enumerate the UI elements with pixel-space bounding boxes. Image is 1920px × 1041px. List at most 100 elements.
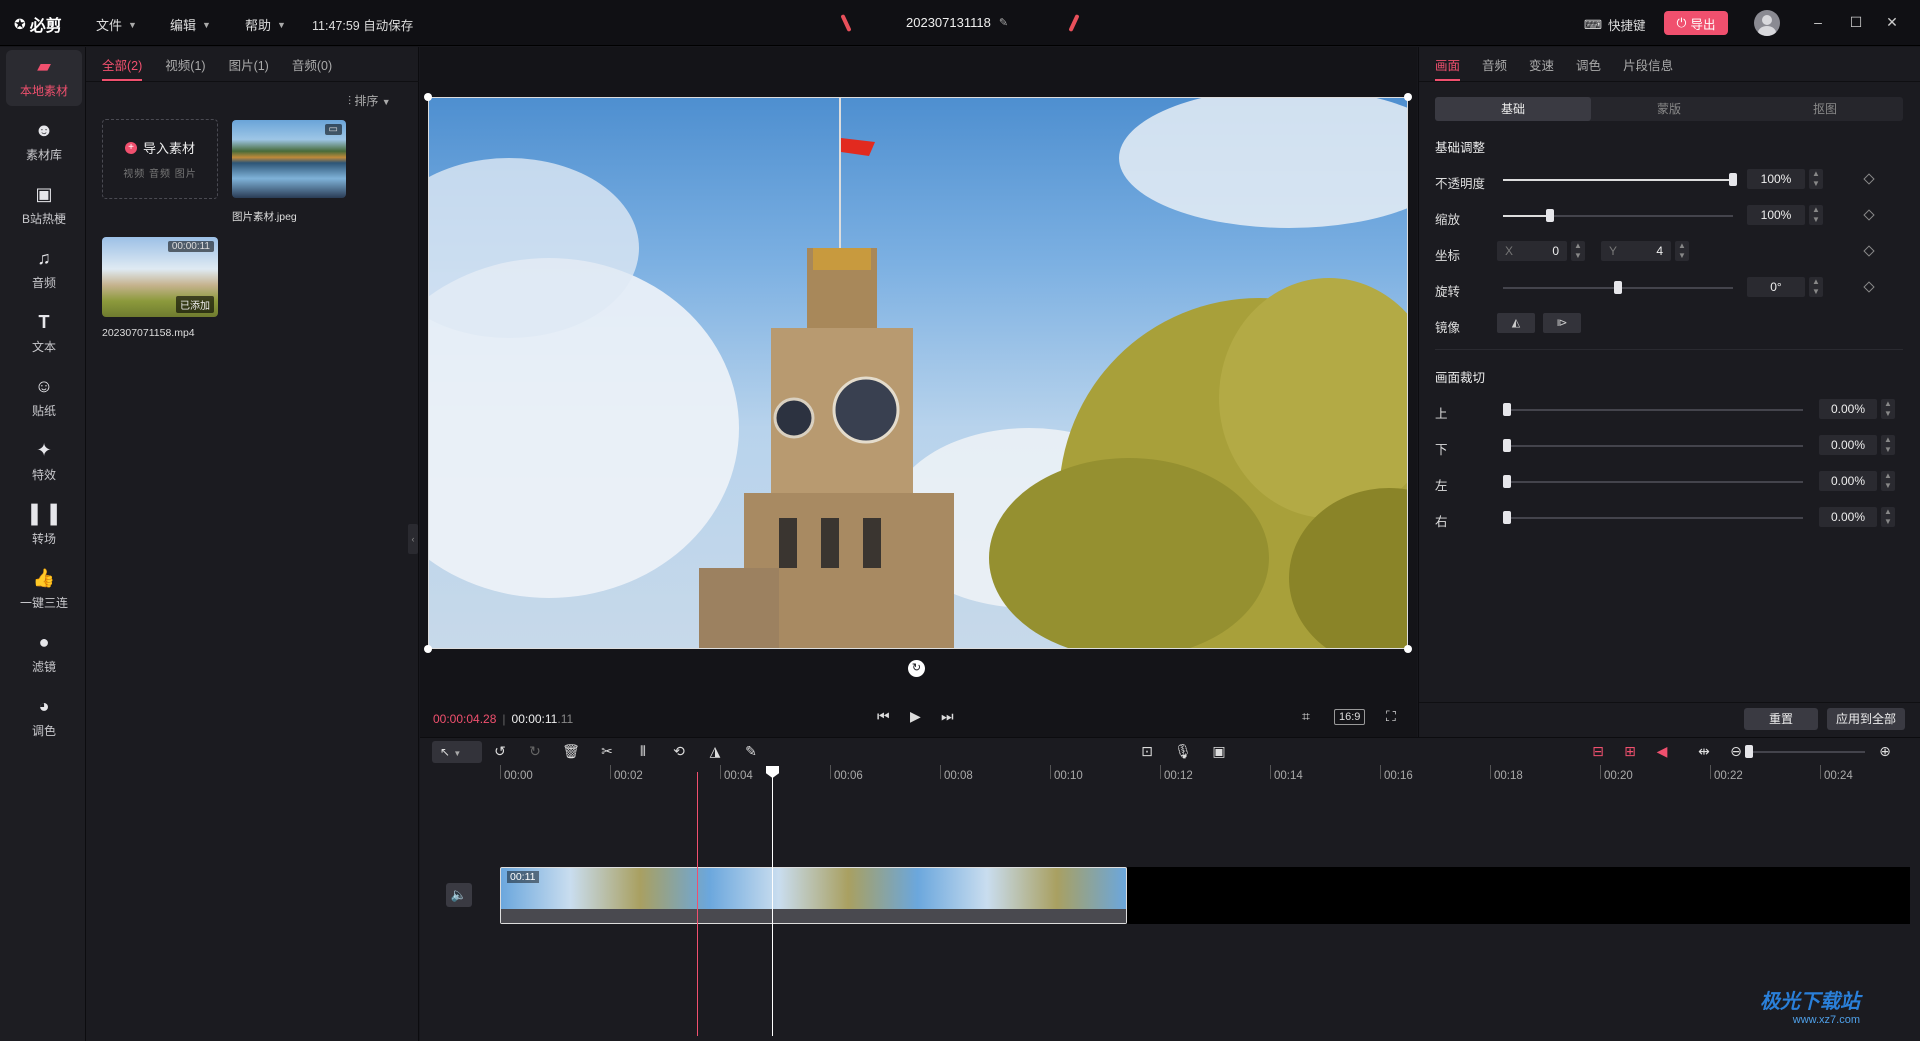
- pos-y-input[interactable]: Y4: [1601, 241, 1671, 261]
- rotate-icon[interactable]: ↻: [908, 660, 925, 677]
- crop-left-value[interactable]: 0.00%: [1819, 471, 1877, 491]
- slider-knob[interactable]: [1503, 439, 1511, 452]
- nav-transition[interactable]: ▌▐ 转场: [6, 498, 82, 554]
- delete-icon[interactable]: 🗑: [560, 743, 582, 760]
- stepper-icon[interactable]: ▲ ▼: [1881, 471, 1895, 491]
- align-icon[interactable]: ⇹: [1693, 743, 1715, 760]
- stepper-icon[interactable]: ▲ ▼: [1809, 277, 1823, 297]
- nav-filter[interactable]: ● 滤镜: [6, 626, 82, 682]
- stepper-icon[interactable]: ▲ ▼: [1809, 205, 1823, 225]
- resize-handle[interactable]: [424, 645, 432, 653]
- nav-local-media[interactable]: ▰ 本地素材: [6, 50, 82, 106]
- undo-icon[interactable]: ↺: [489, 743, 511, 760]
- fullscreen-icon[interactable]: ⛶: [1386, 708, 1396, 725]
- minimize-icon[interactable]: –: [1808, 14, 1828, 30]
- tab-picture[interactable]: 画面: [1435, 55, 1461, 81]
- media-thumb-video[interactable]: 00:00:11 已添加: [102, 237, 218, 317]
- stepper-icon[interactable]: ▲ ▼: [1675, 241, 1689, 261]
- slider-knob[interactable]: [1729, 173, 1737, 186]
- tab-clip-info[interactable]: 片段信息: [1623, 55, 1673, 81]
- nav-sticker[interactable]: ☺ 贴纸: [6, 370, 82, 426]
- slider-knob[interactable]: [1503, 511, 1511, 524]
- crop-icon[interactable]: ⌗: [1302, 708, 1310, 725]
- tab-audio[interactable]: 音频: [1482, 55, 1507, 81]
- menu-file[interactable]: 文件 ▼: [96, 15, 137, 34]
- segment-mask[interactable]: 蒙版: [1591, 97, 1747, 121]
- tab-audio[interactable]: 音频(0): [292, 55, 332, 81]
- snap-icon[interactable]: ⊟: [1587, 743, 1609, 760]
- maximize-icon[interactable]: ☐: [1846, 14, 1866, 31]
- pos-x-input[interactable]: X0: [1497, 241, 1567, 261]
- slider-knob[interactable]: [1745, 745, 1753, 758]
- stepper-icon[interactable]: ▲ ▼: [1809, 169, 1823, 189]
- reverse-icon[interactable]: ⟲: [668, 743, 690, 760]
- aspect-ratio[interactable]: 16:9: [1334, 709, 1366, 725]
- nav-audio[interactable]: ♫ 音频: [6, 242, 82, 298]
- tab-speed[interactable]: 变速: [1529, 55, 1554, 81]
- slider-knob[interactable]: [1503, 475, 1511, 488]
- nav-text[interactable]: T 文本: [6, 306, 82, 362]
- resize-handle[interactable]: [424, 93, 432, 101]
- crop-right-value[interactable]: 0.00%: [1819, 507, 1877, 527]
- opacity-slider[interactable]: [1503, 173, 1737, 186]
- resize-handle[interactable]: [1404, 645, 1412, 653]
- keyframe-icon[interactable]: [1863, 173, 1875, 185]
- nav-effects[interactable]: ✦ 特效: [6, 434, 82, 490]
- crop-bottom-slider[interactable]: [1503, 439, 1803, 452]
- link-icon[interactable]: ⊞: [1619, 743, 1641, 760]
- export-button[interactable]: ⏻ 导出: [1664, 11, 1728, 35]
- keyframe-icon[interactable]: [1863, 209, 1875, 221]
- collapse-handle[interactable]: ‹: [408, 524, 418, 554]
- marker-icon[interactable]: ✎: [740, 743, 762, 760]
- slider-knob[interactable]: [1546, 209, 1554, 222]
- track-area[interactable]: [1127, 867, 1910, 924]
- crop-left-slider[interactable]: [1503, 475, 1803, 488]
- apply-all-button[interactable]: 应用到全部: [1827, 708, 1905, 730]
- segment-basic[interactable]: 基础: [1435, 97, 1591, 121]
- tab-all[interactable]: 全部(2): [102, 55, 143, 81]
- segment-cutout[interactable]: 抠图: [1747, 97, 1903, 121]
- sort-button[interactable]: ⫶ 排序 ▼: [348, 92, 391, 109]
- tab-color[interactable]: 调色: [1576, 55, 1601, 81]
- scale-value[interactable]: 100%: [1747, 205, 1805, 225]
- crop-top-slider[interactable]: [1503, 403, 1803, 416]
- zoom-slider[interactable]: [1745, 745, 1865, 758]
- opacity-value[interactable]: 100%: [1747, 169, 1805, 189]
- nav-bilibili[interactable]: ▣ B站热梗: [6, 178, 82, 234]
- nav-color[interactable]: ◕ 调色: [6, 690, 82, 746]
- close-icon[interactable]: ✕: [1882, 14, 1902, 31]
- slider-knob[interactable]: [1614, 281, 1622, 294]
- reset-button[interactable]: 重置: [1744, 708, 1818, 730]
- zoom-in-icon[interactable]: ⊕: [1874, 743, 1896, 760]
- menu-edit[interactable]: 编辑 ▼: [170, 15, 211, 34]
- cut-icon[interactable]: ✂: [596, 743, 618, 760]
- resize-handle[interactable]: [1404, 93, 1412, 101]
- zoom-out-icon[interactable]: ⊖: [1725, 743, 1747, 760]
- stepper-icon[interactable]: ▲ ▼: [1571, 241, 1585, 261]
- next-frame-icon[interactable]: ⏭: [941, 708, 954, 725]
- mirror-icon[interactable]: ◮: [704, 743, 726, 760]
- video-clip[interactable]: 00:11: [500, 867, 1127, 924]
- crop-bottom-value[interactable]: 0.00%: [1819, 435, 1877, 455]
- nav-triple[interactable]: 👍 一键三连: [6, 562, 82, 618]
- stepper-icon[interactable]: ▲ ▼: [1881, 507, 1895, 527]
- crop-right-slider[interactable]: [1503, 511, 1803, 524]
- prev-frame-icon[interactable]: ⏮: [877, 708, 890, 725]
- select-tool[interactable]: ↖ ▼: [432, 741, 482, 763]
- stepper-icon[interactable]: ▲ ▼: [1881, 435, 1895, 455]
- slider-knob[interactable]: [1503, 403, 1511, 416]
- keyframe-icon[interactable]: [1863, 281, 1875, 293]
- audio-split-icon[interactable]: ◀: [1651, 743, 1673, 760]
- track-mute-button[interactable]: 🔈: [446, 883, 472, 907]
- text-recognize-icon[interactable]: ⊡: [1136, 743, 1158, 760]
- stepper-icon[interactable]: ▲ ▼: [1881, 399, 1895, 419]
- import-media-button[interactable]: + 导入素材 视频 音频 图片: [102, 119, 218, 199]
- microphone-icon[interactable]: 🎙: [1172, 743, 1194, 760]
- playhead[interactable]: [772, 775, 773, 1036]
- camera-icon[interactable]: ▣: [1208, 743, 1230, 760]
- edit-icon[interactable]: ✎: [999, 16, 1008, 29]
- play-icon[interactable]: ▶: [910, 708, 921, 725]
- project-name[interactable]: 202307131118 ✎: [906, 15, 1008, 30]
- redo-icon[interactable]: ↻: [524, 743, 546, 760]
- scale-slider[interactable]: [1503, 209, 1733, 222]
